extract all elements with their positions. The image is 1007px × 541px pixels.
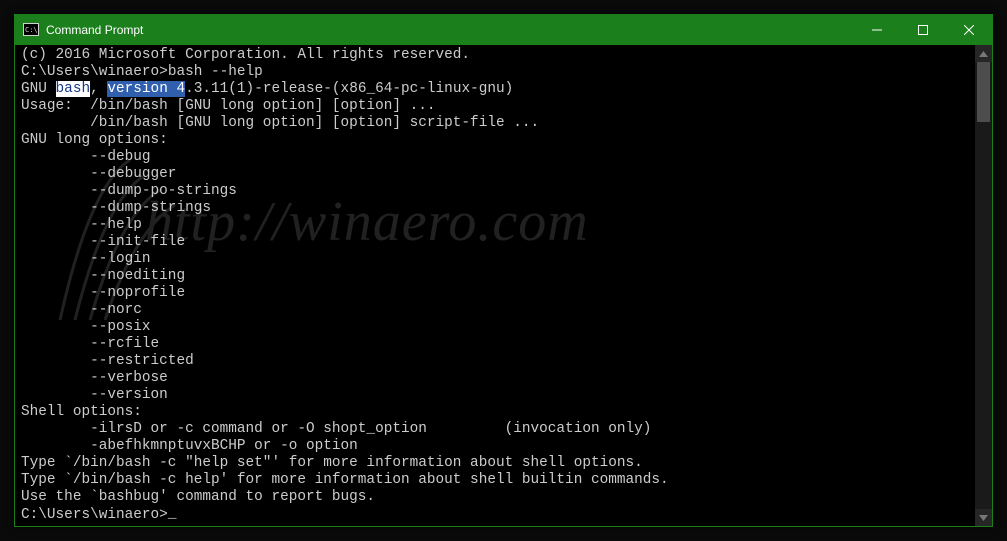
output-line: --dump-strings bbox=[21, 200, 974, 217]
output-line: --posix bbox=[21, 319, 974, 336]
close-button[interactable] bbox=[946, 15, 992, 45]
scroll-down-button[interactable] bbox=[975, 509, 992, 526]
output-line: --version bbox=[21, 387, 974, 404]
output-line: --login bbox=[21, 251, 974, 268]
scroll-up-button[interactable] bbox=[975, 45, 992, 62]
output-line: Type `/bin/bash -c help' for more inform… bbox=[21, 472, 974, 489]
prompt-text: C:\Users\winaero> bbox=[21, 64, 168, 80]
cursor: _ bbox=[168, 506, 176, 523]
output-line: (c) 2016 Microsoft Corporation. All righ… bbox=[21, 47, 974, 64]
output-line: -ilrsD or -c command or -O shopt_option … bbox=[21, 421, 974, 438]
window-title: Command Prompt bbox=[46, 23, 143, 37]
output-line: --help bbox=[21, 217, 974, 234]
minimize-button[interactable] bbox=[854, 15, 900, 45]
output-line: /bin/bash [GNU long option] [option] scr… bbox=[21, 115, 974, 132]
output-line: --init-file bbox=[21, 234, 974, 251]
maximize-button[interactable] bbox=[900, 15, 946, 45]
output-line: Use the `bashbug' command to report bugs… bbox=[21, 489, 974, 506]
output-line: --rcfile bbox=[21, 336, 974, 353]
output-line: --restricted bbox=[21, 353, 974, 370]
output-line: --noprofile bbox=[21, 285, 974, 302]
output-line: --debugger bbox=[21, 166, 974, 183]
command-text: bash --help bbox=[168, 64, 263, 80]
svg-text:C:\: C:\ bbox=[25, 26, 38, 34]
output-line: --norc bbox=[21, 302, 974, 319]
terminal-output: (c) 2016 Microsoft Corporation. All righ… bbox=[21, 47, 974, 524]
output-line: --dump-po-strings bbox=[21, 183, 974, 200]
command-prompt-window: C:\ Command Prompt (c) 2016 Microsoft Co… bbox=[14, 14, 993, 527]
output-line: Type `/bin/bash -c "help set"' for more … bbox=[21, 455, 974, 472]
output-line: --noediting bbox=[21, 268, 974, 285]
selected-text: bash bbox=[56, 81, 91, 97]
selected-text: version 4 bbox=[107, 81, 185, 97]
output-line: GNU long options: bbox=[21, 132, 974, 149]
scrollbar-thumb[interactable] bbox=[977, 62, 990, 122]
output-line: --verbose bbox=[21, 370, 974, 387]
output-line: Shell options: bbox=[21, 404, 974, 421]
output-line: Usage: /bin/bash [GNU long option] [opti… bbox=[21, 98, 974, 115]
output-line: C:\Users\winaero>bash --help bbox=[21, 64, 974, 81]
titlebar[interactable]: C:\ Command Prompt bbox=[15, 15, 992, 45]
output-line: GNU bash, version 4.3.11(1)-release-(x86… bbox=[21, 81, 974, 98]
output-line: C:\Users\winaero>_ bbox=[21, 506, 974, 524]
output-line: --debug bbox=[21, 149, 974, 166]
scrollbar[interactable] bbox=[975, 45, 992, 526]
output-line: -abefhkmnptuvxBCHP or -o option bbox=[21, 438, 974, 455]
cmd-icon: C:\ bbox=[23, 22, 39, 38]
prompt-text: C:\Users\winaero> bbox=[21, 507, 168, 523]
terminal-area[interactable]: (c) 2016 Microsoft Corporation. All righ… bbox=[15, 45, 992, 526]
